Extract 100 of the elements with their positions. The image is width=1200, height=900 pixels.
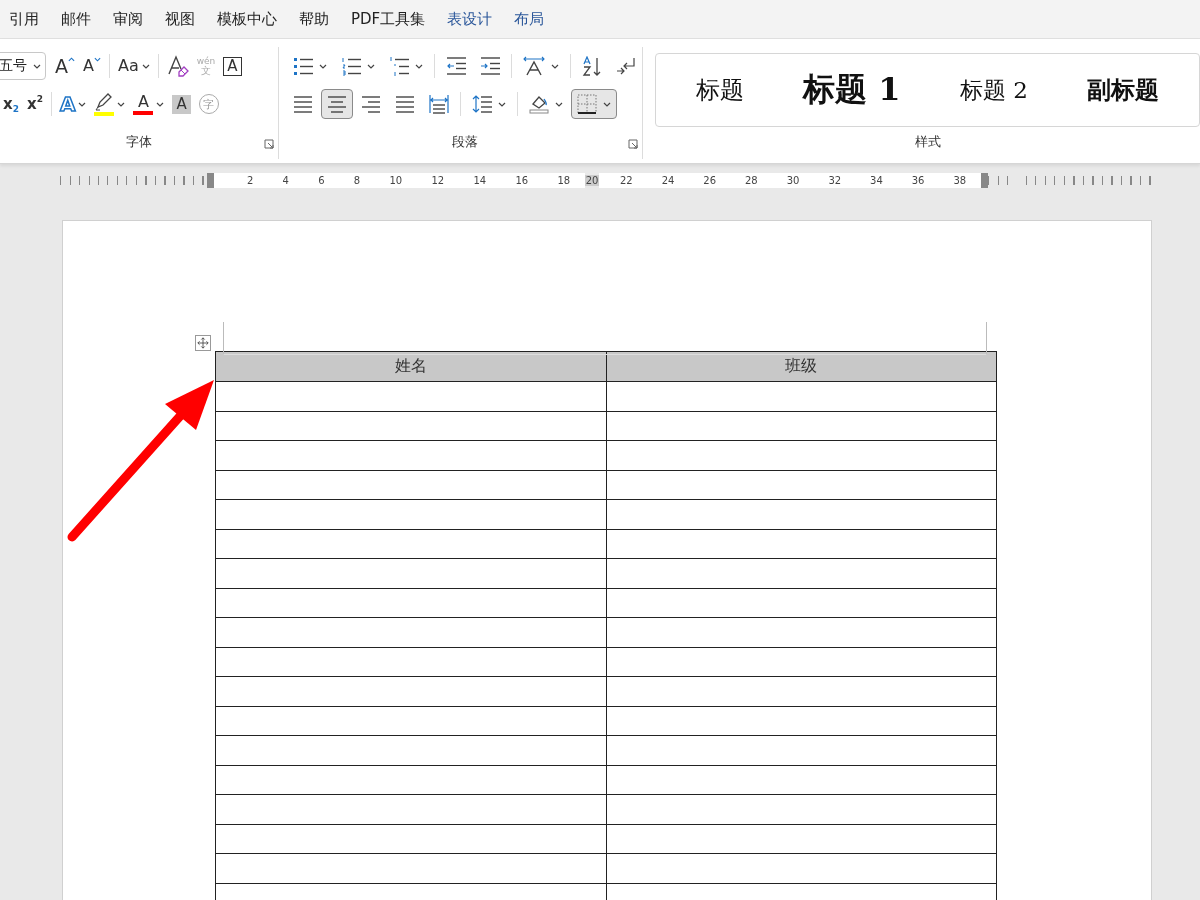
table-cell[interactable] xyxy=(215,824,606,854)
ruler-number: 10 xyxy=(389,174,403,186)
table-cell[interactable] xyxy=(606,411,997,441)
table-header-cell: 姓名 xyxy=(215,351,606,382)
borders-icon xyxy=(577,94,597,114)
table-cell[interactable] xyxy=(606,647,997,677)
table-cell[interactable] xyxy=(215,558,606,588)
ruler-number: 22 xyxy=(619,174,633,186)
table-cell[interactable] xyxy=(606,735,997,765)
align-center-icon xyxy=(327,94,347,114)
table-cell[interactable] xyxy=(606,706,997,736)
table-cell[interactable] xyxy=(606,470,997,500)
table-cell[interactable] xyxy=(215,853,606,883)
table-cell[interactable] xyxy=(606,676,997,706)
table-cell[interactable] xyxy=(215,529,606,559)
table-cell[interactable] xyxy=(606,529,997,559)
menu-tab[interactable]: 布局 xyxy=(503,9,556,29)
table-cell[interactable] xyxy=(606,794,997,824)
dialog-launcher-icon[interactable] xyxy=(264,139,274,149)
table-cell[interactable] xyxy=(606,765,997,795)
text-direction-icon xyxy=(523,56,545,76)
group-label: 段落 xyxy=(451,133,478,151)
table-cell[interactable] xyxy=(215,470,606,500)
justify-icon xyxy=(395,94,415,114)
table-cell[interactable] xyxy=(215,411,606,441)
chevron-icon xyxy=(603,101,611,107)
ruler-number: 16 xyxy=(515,174,529,186)
caret-icon xyxy=(68,57,75,62)
table-cell[interactable] xyxy=(215,765,606,795)
multilevel-list-icon xyxy=(389,56,409,76)
table-cell[interactable] xyxy=(606,381,997,411)
table-cell[interactable] xyxy=(606,853,997,883)
numbered-list-icon xyxy=(341,56,361,76)
menu-tab[interactable]: 视图 xyxy=(154,9,206,29)
ruler-number: 18 xyxy=(557,174,571,186)
change-case-button[interactable]: Aa xyxy=(114,52,153,80)
ruler-number: 28 xyxy=(745,174,758,186)
ruler-number: 14 xyxy=(473,174,487,186)
table-cell[interactable] xyxy=(215,647,606,677)
align-right-icon xyxy=(361,94,381,114)
chevron-icon xyxy=(551,63,559,69)
chevron-icon xyxy=(498,101,506,107)
ruler-number: 36 xyxy=(911,174,925,186)
paragraph-marks-icon xyxy=(616,56,636,76)
sort-icon xyxy=(582,56,602,76)
indent-marker[interactable] xyxy=(980,172,988,188)
menu-tab[interactable]: 帮助 xyxy=(288,9,340,29)
chevron-icon xyxy=(141,63,150,69)
chevron-icon xyxy=(555,101,563,107)
ruler-number: 34 xyxy=(870,174,883,186)
menu-tab[interactable]: 邮件 xyxy=(50,9,102,29)
menu-tab[interactable]: PDF工具集 xyxy=(340,9,437,29)
align-center-button[interactable] xyxy=(321,89,353,119)
style-option[interactable]: 副标题 xyxy=(1087,74,1160,106)
group-label: 字体 xyxy=(126,133,152,151)
table-cell[interactable] xyxy=(215,735,606,765)
style-option[interactable]: 标题 xyxy=(695,74,744,106)
table-cell[interactable] xyxy=(606,499,997,529)
ruler-number: 8 xyxy=(353,174,361,186)
menu-tab[interactable]: 审阅 xyxy=(102,9,154,29)
menu-tab[interactable]: 引用 xyxy=(0,9,50,29)
table-move-handle[interactable] xyxy=(195,335,211,351)
ruler-number: 12 xyxy=(431,174,445,186)
group-label: 样式 xyxy=(914,133,941,151)
style-option[interactable]: 标题 2 xyxy=(959,74,1028,106)
menu-tab[interactable]: 表设计 xyxy=(436,9,504,29)
grow-font-button[interactable]: A xyxy=(52,52,78,80)
table-cell[interactable] xyxy=(215,676,606,706)
ruler-number: 4 xyxy=(282,174,289,186)
borders-button[interactable] xyxy=(571,89,617,119)
chevron-icon xyxy=(415,63,423,69)
ruler-number: 2 xyxy=(246,174,254,186)
decrease-indent-icon xyxy=(446,56,466,76)
table-cell[interactable] xyxy=(215,794,606,824)
font-size-dropdown[interactable]: 五号 xyxy=(0,52,46,80)
table-cell[interactable] xyxy=(606,588,997,618)
increase-indent-icon xyxy=(480,56,500,76)
table-cell[interactable] xyxy=(606,824,997,854)
text-effects-button[interactable]: A xyxy=(56,90,90,118)
table-cell[interactable] xyxy=(606,440,997,470)
table-cell[interactable] xyxy=(606,617,997,647)
paint-bucket-icon xyxy=(529,94,549,114)
line-spacing-icon xyxy=(472,94,492,114)
dialog-launcher-icon[interactable] xyxy=(628,139,638,149)
chevron-icon xyxy=(319,63,327,69)
table-cell[interactable] xyxy=(215,381,606,411)
table-cell[interactable] xyxy=(215,440,606,470)
table-cell[interactable] xyxy=(215,499,606,529)
table-cell[interactable] xyxy=(606,558,997,588)
font-color-button[interactable]: A xyxy=(130,90,168,118)
shrink-font-button[interactable]: A xyxy=(80,52,104,80)
table-cell[interactable] xyxy=(215,706,606,736)
ruler-number: 6 xyxy=(318,174,325,186)
indent-marker[interactable] xyxy=(207,172,215,188)
menu-tab[interactable]: 模板中心 xyxy=(206,9,288,29)
distribute-icon xyxy=(429,94,449,114)
style-option[interactable]: 标题 1 xyxy=(803,68,901,112)
bullets-list-icon xyxy=(293,56,313,76)
table-cell[interactable] xyxy=(215,588,606,618)
table-cell[interactable] xyxy=(215,617,606,647)
